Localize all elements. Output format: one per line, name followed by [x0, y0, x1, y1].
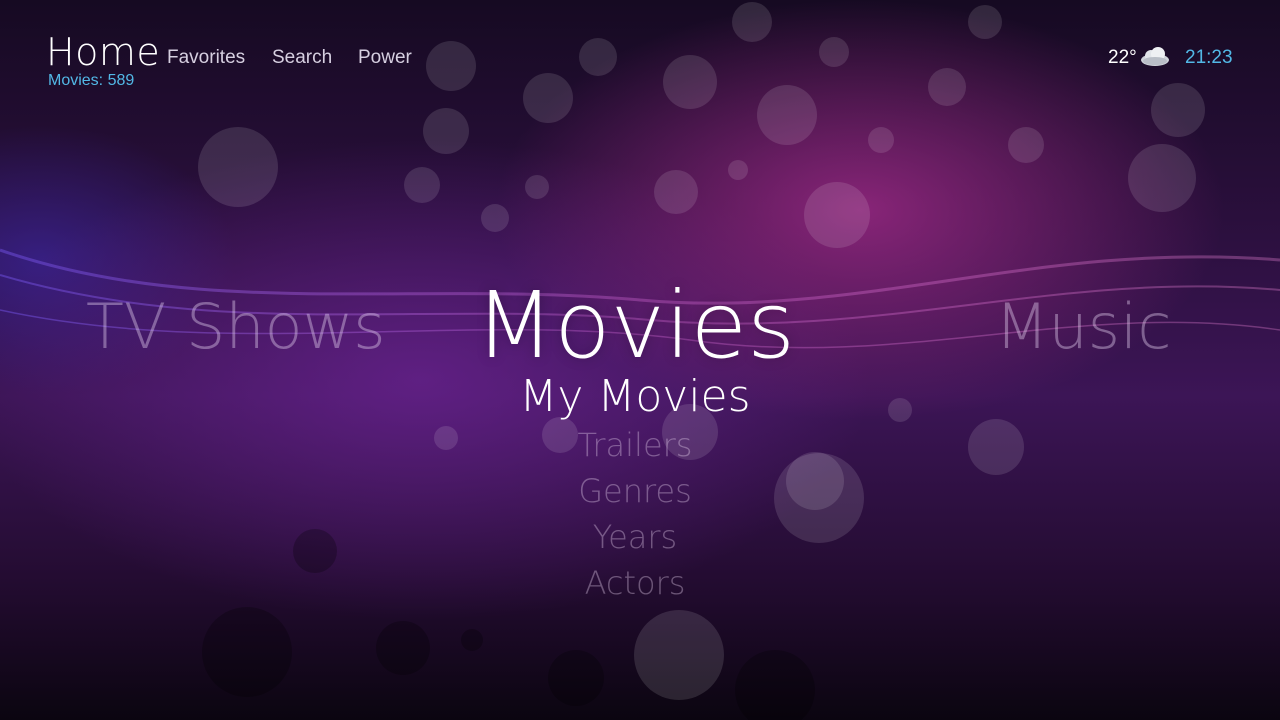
- nav-power[interactable]: Power: [358, 47, 412, 69]
- cloud-icon: [1141, 47, 1169, 66]
- submenu-item-trailers[interactable]: Trailers: [0, 422, 1270, 468]
- submenu-item-actors[interactable]: Actors: [0, 560, 1270, 606]
- movies-count: Movies: 589: [48, 72, 135, 89]
- top-bar: Home Movies: 589 Favorites Search Power …: [0, 0, 1280, 100]
- page-title: Home: [46, 30, 161, 74]
- weather-temperature: 22°: [1108, 47, 1137, 68]
- nav-search[interactable]: Search: [272, 47, 332, 69]
- submenu-item-my-movies[interactable]: My Movies: [0, 372, 1270, 422]
- nav-favorites[interactable]: Favorites: [167, 47, 245, 69]
- submenu-item-years[interactable]: Years: [0, 514, 1270, 560]
- movies-submenu: My Movies Trailers Genres Years Actors: [0, 372, 1270, 606]
- clock: 21:23: [1185, 47, 1233, 68]
- submenu-item-genres[interactable]: Genres: [0, 468, 1270, 514]
- menu-item-music[interactable]: Music: [995, 290, 1171, 363]
